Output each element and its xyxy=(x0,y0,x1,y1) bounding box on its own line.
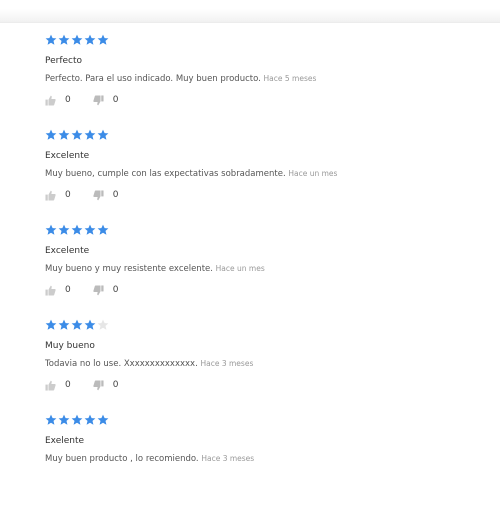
thumbs-down-icon xyxy=(93,284,104,296)
review-date: Hace 3 meses xyxy=(201,454,255,463)
thumbs-up-icon xyxy=(45,95,56,106)
review-title: Excelente xyxy=(45,246,90,256)
review-text: Muy buen producto , lo recomiendo. Hace … xyxy=(45,453,475,465)
review-votes: 0 0 xyxy=(45,93,475,107)
star-filled-icon xyxy=(71,319,83,331)
like-button[interactable]: 0 xyxy=(45,285,71,296)
star-filled-icon xyxy=(97,224,109,236)
thumbs-up-icon xyxy=(45,380,56,391)
star-filled-icon xyxy=(71,129,83,141)
review-text: Perfecto. Para el uso indicado. Muy buen… xyxy=(45,73,475,85)
dislike-button[interactable]: 0 xyxy=(93,94,119,106)
thumbs-down-icon xyxy=(93,379,104,391)
review-item: Muy bueno Todavia no lo use. Xxxxxxxxxxx… xyxy=(45,318,475,413)
star-filled-icon xyxy=(58,129,70,141)
like-count: 0 xyxy=(65,380,71,390)
top-header-band xyxy=(0,0,500,23)
star-filled-icon xyxy=(84,319,96,331)
review-date: Hace un mes xyxy=(288,169,338,178)
review-date: Hace 3 meses xyxy=(200,359,254,368)
star-filled-icon xyxy=(45,34,57,46)
review-list: Perfecto Perfecto. Para el uso indicado.… xyxy=(45,33,475,508)
star-filled-icon xyxy=(97,34,109,46)
star-filled-icon xyxy=(58,224,70,236)
review-body: Todavia no lo use. Xxxxxxxxxxxxxx. xyxy=(45,359,198,369)
review-item: Excelente Muy bueno, cumple con las expe… xyxy=(45,128,475,223)
like-count: 0 xyxy=(65,95,71,105)
review-body: Muy bueno y muy resistente excelente. xyxy=(45,264,213,274)
star-filled-icon xyxy=(84,34,96,46)
star-filled-icon xyxy=(84,129,96,141)
dislike-count: 0 xyxy=(112,95,119,105)
star-rating xyxy=(45,318,475,332)
star-filled-icon xyxy=(45,224,57,236)
star-filled-icon xyxy=(45,319,57,331)
dislike-count: 0 xyxy=(112,285,119,295)
review-item: Perfecto Perfecto. Para el uso indicado.… xyxy=(45,33,475,128)
review-title: Muy bueno xyxy=(45,341,95,351)
review-votes: 0 0 xyxy=(45,283,475,297)
star-filled-icon xyxy=(58,319,70,331)
review-title: Excelente xyxy=(45,151,90,161)
review-body: Perfecto. Para el uso indicado. Muy buen… xyxy=(45,74,261,84)
review-item: Exelente Muy buen producto , lo recomien… xyxy=(45,413,475,508)
review-text: Muy bueno y muy resistente excelente. Ha… xyxy=(45,263,475,275)
star-filled-icon xyxy=(97,129,109,141)
star-rating xyxy=(45,33,475,47)
review-item: Excelente Muy bueno y muy resistente exc… xyxy=(45,223,475,318)
like-count: 0 xyxy=(65,285,71,295)
thumbs-up-icon xyxy=(45,190,56,201)
review-body: Muy buen producto , lo recomiendo. xyxy=(45,454,199,464)
review-body: Muy bueno, cumple con las expectativas s… xyxy=(45,169,286,179)
like-button[interactable]: 0 xyxy=(45,95,71,106)
star-filled-icon xyxy=(71,224,83,236)
dislike-button[interactable]: 0 xyxy=(93,189,119,201)
star-rating xyxy=(45,128,475,142)
star-filled-icon xyxy=(71,34,83,46)
review-title: Perfecto xyxy=(45,56,83,66)
dislike-button[interactable]: 0 xyxy=(93,379,119,391)
star-filled-icon xyxy=(97,414,109,426)
thumbs-down-icon xyxy=(93,94,104,106)
dislike-count: 0 xyxy=(112,380,119,390)
star-filled-icon xyxy=(45,414,57,426)
star-filled-icon xyxy=(58,414,70,426)
like-button[interactable]: 0 xyxy=(45,380,71,391)
star-empty-icon xyxy=(97,319,109,331)
review-title: Exelente xyxy=(45,436,85,446)
thumbs-up-icon xyxy=(45,285,56,296)
like-button[interactable]: 0 xyxy=(45,190,71,201)
review-text: Todavia no lo use. Xxxxxxxxxxxxxx. Hace … xyxy=(45,358,475,370)
review-text: Muy bueno, cumple con las expectativas s… xyxy=(45,168,475,180)
review-date: Hace 5 meses xyxy=(263,74,317,83)
star-rating xyxy=(45,223,475,237)
like-count: 0 xyxy=(65,190,71,200)
star-filled-icon xyxy=(58,34,70,46)
dislike-count: 0 xyxy=(112,190,119,200)
star-filled-icon xyxy=(84,224,96,236)
star-filled-icon xyxy=(45,129,57,141)
star-rating xyxy=(45,413,475,427)
dislike-button[interactable]: 0 xyxy=(93,284,119,296)
review-votes: 0 0 xyxy=(45,188,475,202)
star-filled-icon xyxy=(71,414,83,426)
review-date: Hace un mes xyxy=(215,264,265,273)
review-votes: 0 0 xyxy=(45,378,475,392)
star-filled-icon xyxy=(84,414,96,426)
thumbs-down-icon xyxy=(93,189,104,201)
